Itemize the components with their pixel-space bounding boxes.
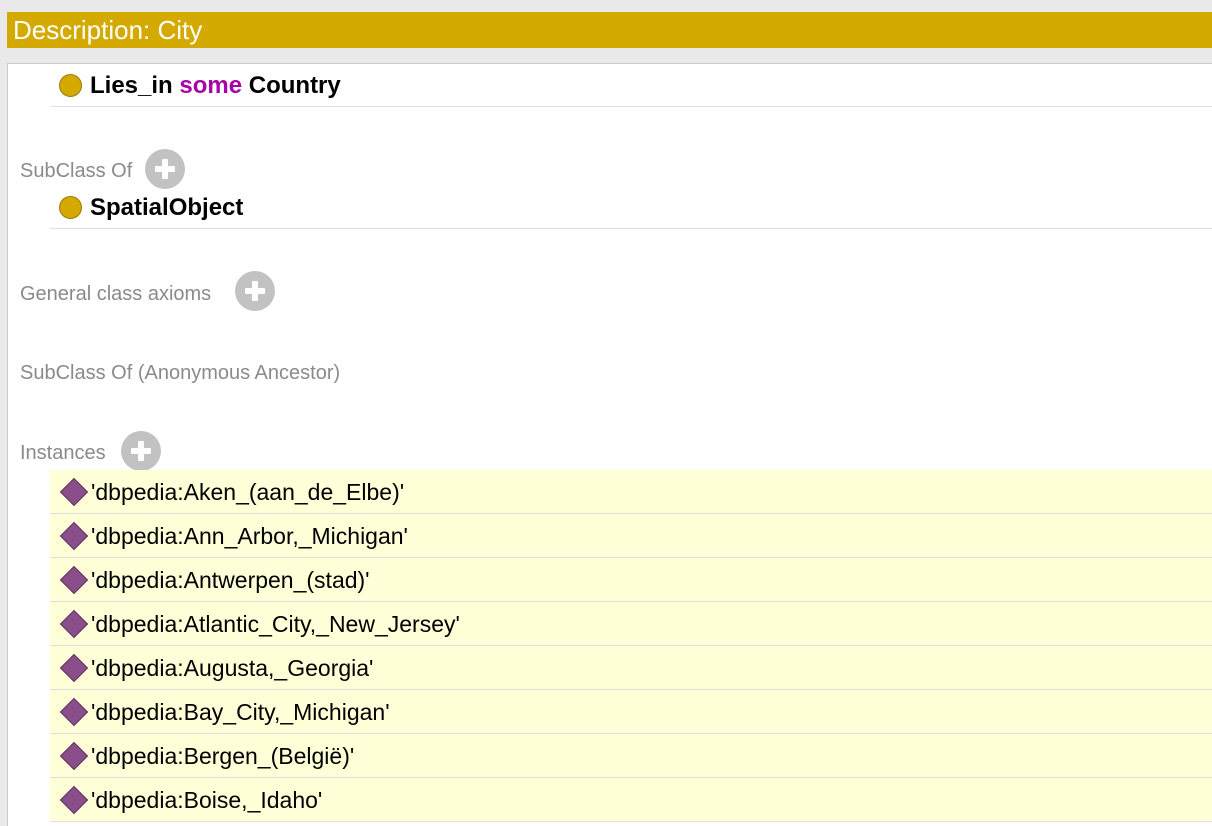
view-title-bar: Description: City — [7, 12, 1212, 48]
axiom-filler: Country — [248, 72, 341, 99]
axiom-expression: Lies_in some Country — [90, 71, 341, 101]
axiom-property: Lies_in — [90, 72, 173, 99]
instance-name: 'dbpedia:Atlantic_City,_New_Jersey' — [91, 611, 460, 637]
individual-diamond-icon — [59, 697, 89, 727]
class-circle-icon — [59, 74, 82, 97]
individual-diamond-icon — [59, 741, 89, 771]
class-circle-icon — [59, 196, 82, 219]
class-description-view: Description: City Lies_in some Country S… — [0, 0, 1212, 826]
instance-row[interactable]: 'dbpedia:Bay_City,_Michigan' — [50, 690, 1212, 734]
general-class-axioms-label: General class axioms — [20, 283, 212, 305]
instance-row[interactable]: 'dbpedia:Boise,_Idaho' — [50, 778, 1212, 822]
individual-diamond-icon — [59, 785, 89, 815]
add-instance-icon[interactable] — [121, 431, 161, 471]
instance-name: 'dbpedia:Augusta,_Georgia' — [91, 655, 374, 681]
axiom-keyword: some — [179, 72, 243, 99]
instance-name: 'dbpedia:Bay_City,_Michigan' — [91, 699, 390, 725]
instance-name: 'dbpedia:Antwerpen_(stad)' — [91, 567, 370, 593]
instance-name: 'dbpedia:Boise,_Idaho' — [91, 787, 323, 813]
equivalent-axiom-row[interactable]: Lies_in some Country — [50, 64, 1212, 107]
instance-name: 'dbpedia:Ann_Arbor,_Michigan' — [91, 523, 408, 549]
add-subclass-icon[interactable] — [145, 149, 185, 189]
instance-row[interactable]: 'dbpedia:Augusta,_Georgia' — [50, 646, 1212, 690]
instance-row[interactable]: 'dbpedia:Antwerpen_(stad)' — [50, 558, 1212, 602]
instance-row[interactable]: 'dbpedia:Atlantic_City,_New_Jersey' — [50, 602, 1212, 646]
instance-row[interactable]: 'dbpedia:Bergen_(België)' — [50, 734, 1212, 778]
view-title: Description: City — [13, 15, 203, 45]
individual-diamond-icon — [59, 521, 89, 551]
instance-row[interactable]: 'dbpedia:Aken_(aan_de_Elbe)' — [50, 470, 1212, 514]
description-panel[interactable]: Lies_in some Country SubClass Of Spatial… — [7, 63, 1212, 826]
individual-diamond-icon — [59, 565, 89, 595]
individual-diamond-icon — [59, 653, 89, 683]
instance-name: 'dbpedia:Bergen_(België)' — [91, 743, 355, 769]
instance-name: 'dbpedia:Aken_(aan_de_Elbe)' — [91, 479, 405, 505]
instance-row[interactable]: 'dbpedia:Ann_Arbor,_Michigan' — [50, 514, 1212, 558]
instances-label: Instances — [20, 442, 106, 464]
individual-diamond-icon — [59, 477, 89, 507]
individual-diamond-icon — [59, 609, 89, 639]
subclass-row[interactable]: SpatialObject — [50, 186, 1212, 229]
anonymous-ancestor-label: SubClass Of (Anonymous Ancestor) — [20, 362, 341, 384]
subclass-name: SpatialObject — [90, 194, 244, 221]
subclass-of-label: SubClass Of — [20, 160, 133, 182]
add-general-axiom-icon[interactable] — [235, 271, 275, 311]
